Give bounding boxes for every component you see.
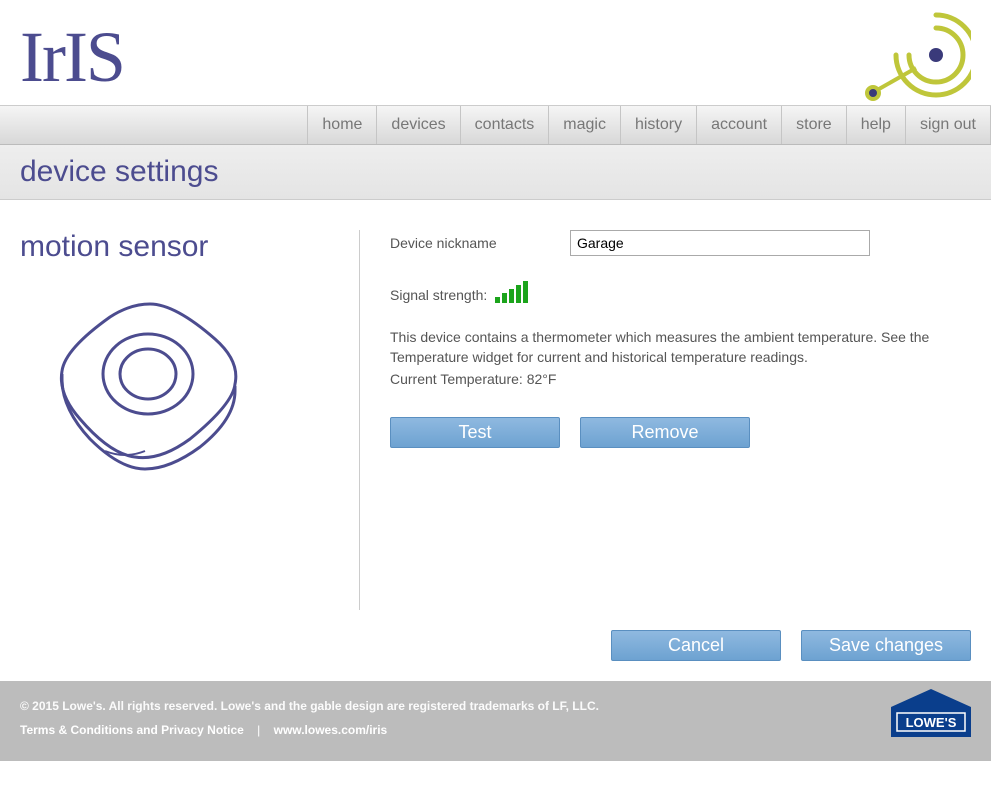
- footer-links: Terms & Conditions and Privacy Notice | …: [20, 723, 971, 737]
- remove-button[interactable]: Remove: [580, 417, 750, 448]
- nickname-row: Device nickname: [390, 230, 971, 256]
- device-action-row: Test Remove: [390, 417, 971, 448]
- nav-help[interactable]: help: [846, 106, 905, 144]
- footer-terms-link[interactable]: Terms & Conditions and Privacy Notice: [20, 723, 244, 737]
- footer-iris-link[interactable]: www.lowes.com/iris: [274, 723, 388, 737]
- lowes-logo-icon: LOWE'S: [891, 689, 971, 739]
- content: motion sensor Device nickname Signal str…: [0, 200, 991, 630]
- current-temperature: Current Temperature: 82°F: [390, 371, 971, 387]
- save-button[interactable]: Save changes: [801, 630, 971, 661]
- page-title: device settings: [20, 155, 971, 189]
- subheader: device settings: [0, 145, 991, 200]
- device-form: Device nickname Signal strength: This de…: [360, 230, 971, 610]
- footer: © 2015 Lowe's. All rights reserved. Lowe…: [0, 681, 991, 761]
- nav-home[interactable]: home: [307, 106, 376, 144]
- footer-separator: |: [257, 723, 260, 737]
- nav-history[interactable]: history: [620, 106, 696, 144]
- device-description: This device contains a thermometer which…: [390, 328, 950, 367]
- nickname-label: Device nickname: [390, 235, 570, 251]
- signal-bars-icon: [495, 281, 528, 303]
- header: IrIS: [0, 0, 991, 105]
- footer-copyright: © 2015 Lowe's. All rights reserved. Lowe…: [20, 699, 971, 713]
- header-graphic-icon: [861, 10, 971, 105]
- main-nav: home devices contacts magic history acco…: [0, 105, 991, 145]
- motion-sensor-icon: [40, 279, 260, 499]
- nickname-input[interactable]: [570, 230, 870, 256]
- iris-logo: IrIS: [20, 25, 124, 90]
- bottom-actions: Cancel Save changes: [0, 630, 991, 681]
- nav-store[interactable]: store: [781, 106, 846, 144]
- nav-sign-out[interactable]: sign out: [905, 106, 991, 144]
- lowes-logo-text: LOWE'S: [906, 715, 957, 730]
- signal-label: Signal strength:: [390, 287, 487, 303]
- device-type-label: motion sensor: [20, 230, 339, 264]
- nav-contacts[interactable]: contacts: [460, 106, 549, 144]
- test-button[interactable]: Test: [390, 417, 560, 448]
- cancel-button[interactable]: Cancel: [611, 630, 781, 661]
- nav-account[interactable]: account: [696, 106, 781, 144]
- nav-magic[interactable]: magic: [548, 106, 620, 144]
- signal-row: Signal strength:: [390, 281, 971, 303]
- device-sidebar: motion sensor: [20, 230, 360, 610]
- nav-devices[interactable]: devices: [376, 106, 459, 144]
